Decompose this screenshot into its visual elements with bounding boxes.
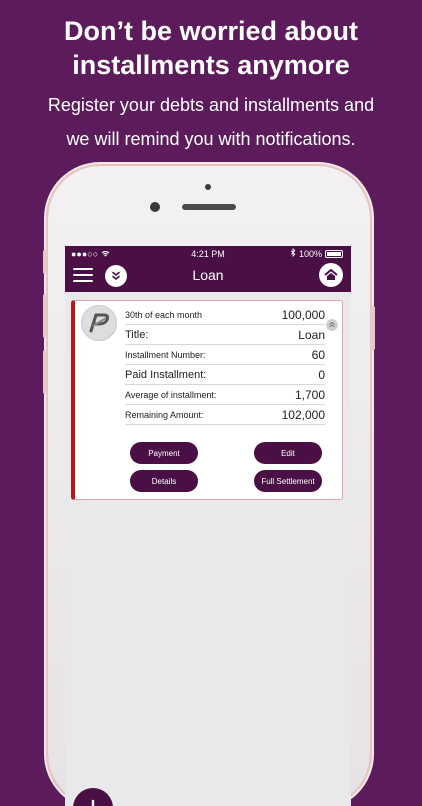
battery-icon — [325, 250, 343, 258]
payment-button[interactable]: Payment — [130, 442, 198, 464]
phone-volume-down — [43, 350, 47, 394]
row-label: Paid Installment: — [125, 368, 207, 381]
phone-frame: ●●●○○ 4:21 PM 100% Loan 30th of each mon… — [43, 166, 375, 806]
row-label: Title: — [125, 328, 149, 341]
earpiece-speaker — [182, 204, 236, 210]
status-bar: ●●●○○ 4:21 PM 100% — [65, 246, 351, 262]
chevron-up-icon[interactable] — [326, 319, 338, 331]
phone-power-button — [371, 306, 375, 350]
headline: Don’t be worried about installments anym… — [0, 14, 422, 82]
front-camera — [150, 202, 160, 212]
proximity-sensor — [205, 184, 211, 190]
row-value: 1,700 — [294, 387, 325, 402]
battery-percent: 100% — [298, 249, 322, 259]
row-label: Remaining Amount: — [125, 409, 204, 420]
detail-row-title: Title: Loan — [125, 325, 325, 345]
phone-silent-switch — [43, 250, 47, 274]
status-right: 100% — [290, 246, 343, 262]
headline-line-2: installments anymore — [72, 50, 350, 80]
bluetooth-icon — [290, 246, 296, 262]
detail-row-average-installment: Average of installment: 1,700 — [125, 385, 325, 405]
plus-icon — [91, 799, 95, 806]
full-settlement-button[interactable]: Full Settlement — [254, 470, 322, 492]
due-label: 30th of each month — [125, 309, 203, 320]
loan-amount: 100,000 — [281, 307, 325, 322]
details-button[interactable]: Details — [130, 470, 198, 492]
loan-details: 30th of each month 100,000 Title: Loan I… — [125, 305, 325, 425]
due-row: 30th of each month 100,000 — [125, 305, 325, 325]
row-value: 60 — [311, 347, 325, 362]
page-title: Loan — [192, 267, 224, 283]
app-screen: ●●●○○ 4:21 PM 100% Loan 30th of each mon… — [65, 246, 351, 806]
row-value: 102,000 — [281, 407, 325, 422]
row-value: Loan — [298, 327, 325, 342]
subtitle: Register your debts and installments and… — [0, 88, 422, 156]
home-icon[interactable] — [319, 263, 343, 287]
row-value: 0 — [318, 367, 325, 382]
add-button[interactable] — [73, 788, 113, 806]
edit-button[interactable]: Edit — [254, 442, 322, 464]
headline-line-1: Don’t be worried about — [64, 16, 358, 46]
subtitle-line-2: we will remind you with notifications. — [66, 129, 356, 149]
phone-volume-up — [43, 294, 47, 338]
nav-bar: ●●●○○ 4:21 PM 100% Loan — [65, 246, 351, 292]
row-label: Average of installment: — [125, 389, 217, 400]
row-label: Installment Number: — [125, 349, 206, 360]
detail-row-installment-number: Installment Number: 60 — [125, 345, 325, 365]
detail-row-paid-installment: Paid Installment: 0 — [125, 365, 325, 385]
subtitle-line-1: Register your debts and installments and — [47, 95, 375, 115]
loan-logo-icon — [81, 305, 117, 341]
loan-card[interactable]: 30th of each month 100,000 Title: Loan I… — [71, 300, 343, 500]
detail-row-remaining-amount: Remaining Amount: 102,000 — [125, 405, 325, 425]
